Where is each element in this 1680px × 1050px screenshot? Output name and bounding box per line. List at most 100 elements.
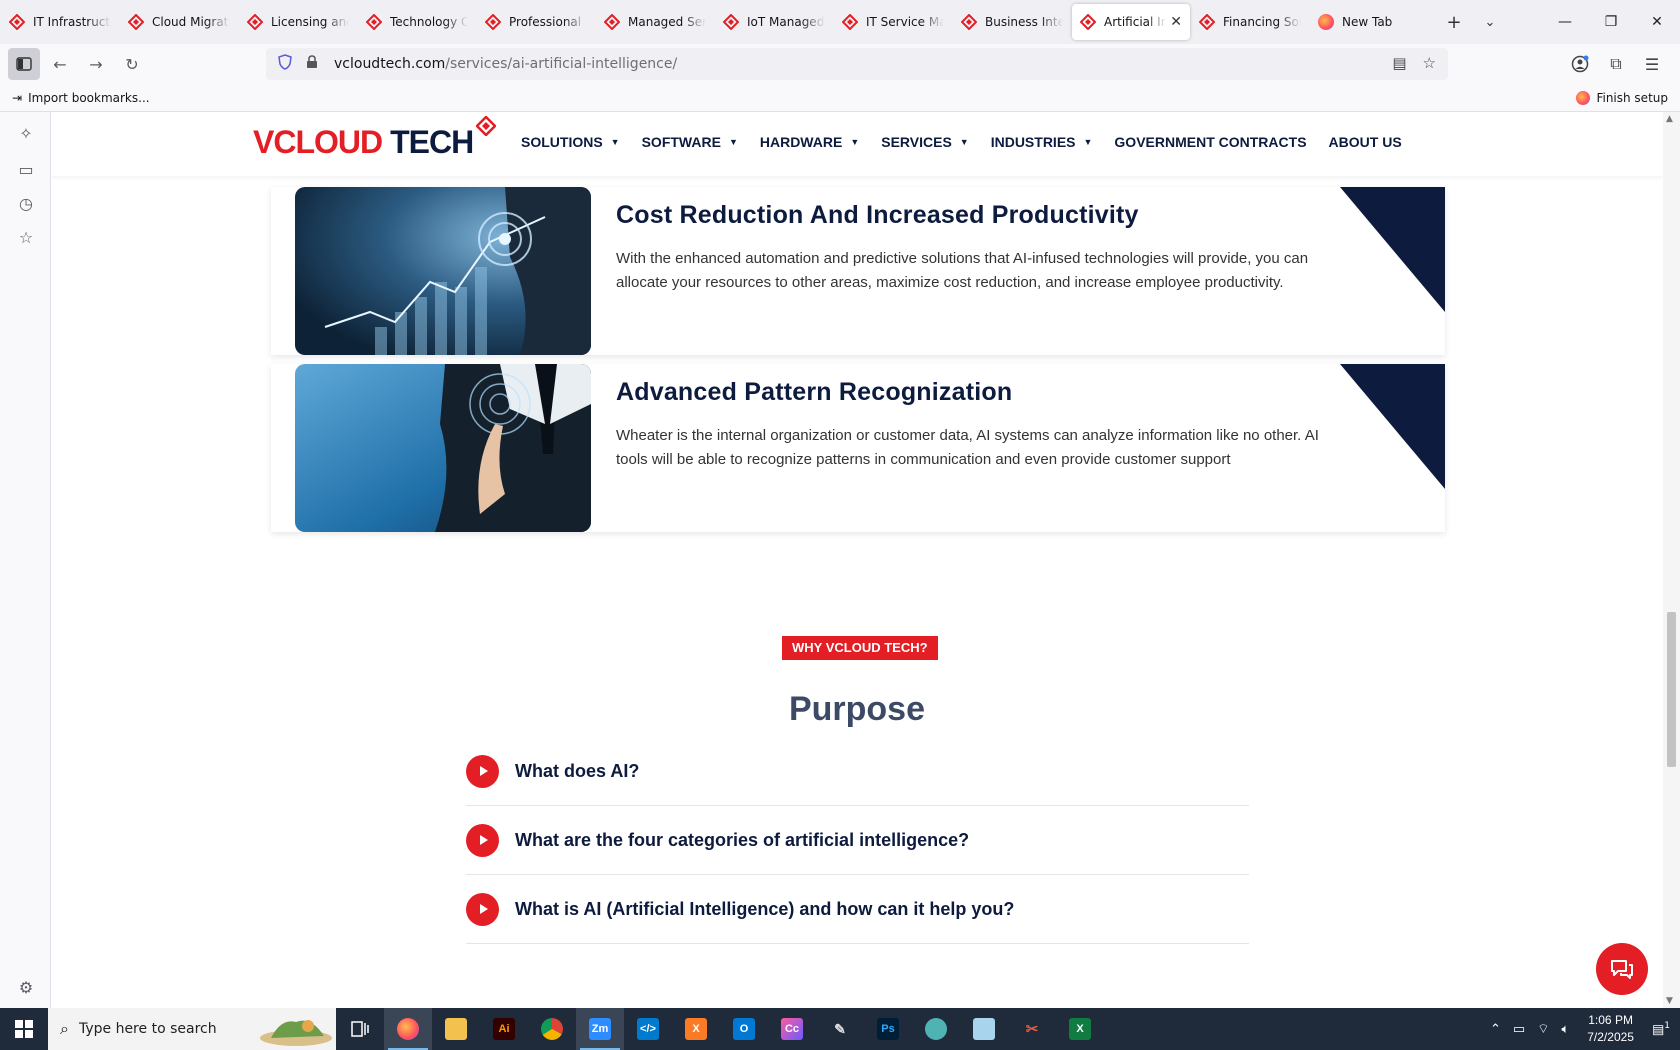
sidebar-toggle-icon[interactable] [8, 48, 40, 80]
nav-item-software[interactable]: SOFTWARE ▼ [642, 134, 738, 150]
nav-label: ABOUT US [1328, 134, 1402, 150]
caret-down-icon: ▼ [610, 137, 620, 147]
tab-label: Cloud Migration [152, 15, 230, 29]
photoshop-icon[interactable]: Ps [864, 1008, 912, 1050]
vcloud-favicon-icon [247, 14, 263, 30]
url-bar[interactable]: vcloudtech.com/services/ai-artificial-in… [266, 48, 1448, 80]
creative-cloud-icon[interactable]: Cc [768, 1008, 816, 1050]
reader-view-icon[interactable]: ▤ [1392, 54, 1406, 72]
task-view-icon[interactable] [336, 1008, 384, 1050]
app-hexagon-icon[interactable] [912, 1008, 960, 1050]
faq-item[interactable]: What are the four categories of artifici… [466, 806, 1249, 875]
page-scrollbar[interactable]: ▲ ▼ [1663, 112, 1680, 1008]
illustrator-icon[interactable]: Ai [480, 1008, 528, 1050]
scroll-up-arrow-icon[interactable]: ▲ [1666, 114, 1673, 124]
import-bookmarks-link[interactable]: ⇥ Import bookmarks... [12, 91, 150, 105]
bookmark-star-icon[interactable]: ☆ [1423, 54, 1436, 72]
faq-question: What are the four categories of artifici… [515, 829, 970, 850]
start-button[interactable] [0, 1008, 48, 1050]
tab-7[interactable]: IT Service Man [834, 4, 952, 40]
notification-count: 1 [1664, 1020, 1670, 1031]
show-hidden-icons-icon[interactable]: ⌃ [1490, 1022, 1501, 1037]
network-icon[interactable]: ▭ [1513, 1022, 1525, 1037]
synced-tabs-icon[interactable]: ▭ [15, 160, 37, 182]
taskbar-search[interactable]: ⌕ Type here to search [48, 1008, 336, 1050]
file-explorer-icon[interactable] [432, 1008, 480, 1050]
expand-play-icon[interactable] [466, 754, 499, 788]
account-icon[interactable] [1562, 48, 1598, 80]
finish-setup-link[interactable]: Finish setup [1576, 90, 1668, 105]
chat-icon [1611, 960, 1633, 979]
vcloud-favicon-icon [723, 14, 739, 30]
forward-icon[interactable]: → [80, 48, 112, 80]
close-window-icon[interactable]: ✕ [1634, 0, 1680, 44]
tab-11[interactable]: New Tab [1310, 4, 1428, 40]
nav-item-solutions[interactable]: SOLUTIONS ▼ [521, 134, 620, 150]
xampp-icon[interactable]: X [672, 1008, 720, 1050]
tab-5[interactable]: Managed Serv [596, 4, 714, 40]
tab-4[interactable]: Professional Se [477, 4, 595, 40]
tab-9[interactable]: Artificial Int ✕ [1072, 4, 1190, 40]
ai-chatbot-icon[interactable]: ✧ [15, 124, 37, 146]
reload-icon[interactable]: ↻ [116, 48, 148, 80]
notepad-icon[interactable] [960, 1008, 1008, 1050]
tracking-shield-icon[interactable] [278, 54, 296, 74]
tab-8[interactable]: Business Intelli [953, 4, 1071, 40]
lock-icon[interactable] [306, 55, 324, 73]
notification-center-icon[interactable]: ▤1 [1652, 1021, 1670, 1037]
card-corner-decoration [1340, 364, 1445, 489]
pen-tool-icon[interactable]: ✎ [816, 1008, 864, 1050]
card-text: Wheater is the internal organization or … [616, 427, 1319, 468]
tab-1[interactable]: Cloud Migration [120, 4, 238, 40]
wifi-icon[interactable]: ⌔ [1537, 1021, 1549, 1037]
site-logo[interactable]: VCLOUD TECH [253, 122, 474, 162]
nav-label: SERVICES [881, 134, 952, 150]
outlook-icon[interactable]: O [720, 1008, 768, 1050]
snipping-tool-icon[interactable]: ✂ [1008, 1008, 1056, 1050]
nav-item-hardware[interactable]: HARDWARE ▼ [760, 134, 859, 150]
nav-item-about-us[interactable]: ABOUT US [1329, 134, 1402, 150]
excel-icon[interactable]: X [1056, 1008, 1104, 1050]
scrollbar-thumb[interactable] [1667, 612, 1676, 767]
extensions-icon[interactable]: ⧉ [1598, 48, 1634, 80]
vscode-icon[interactable]: </> [624, 1008, 672, 1050]
chat-widget-button[interactable] [1596, 943, 1648, 995]
firefox-taskbar-icon[interactable] [384, 1008, 432, 1050]
tab-6[interactable]: IoT Managed S [715, 4, 833, 40]
history-icon[interactable]: ◷ [15, 194, 37, 216]
caret-down-icon: ▼ [1083, 137, 1093, 147]
tab-2[interactable]: Licensing and [239, 4, 357, 40]
nav-item-services[interactable]: SERVICES ▼ [881, 134, 968, 150]
tab-3[interactable]: Technology Co [358, 4, 476, 40]
list-all-tabs-icon[interactable]: ⌄ [1472, 15, 1508, 30]
faq-item[interactable]: What does AI? [466, 737, 1249, 806]
scroll-down-arrow-icon[interactable]: ▼ [1666, 996, 1673, 1006]
clock[interactable]: 1:06 PM 7/2/2025 [1587, 1012, 1634, 1046]
section-title: Purpose [788, 690, 926, 728]
browser-tab-bar: IT Infrastructure Cloud Migration Licensin… [0, 0, 1680, 44]
vcloud-favicon-icon [9, 14, 25, 30]
new-tab-icon[interactable]: + [1436, 12, 1472, 33]
close-tab-icon[interactable]: ✕ [1170, 14, 1182, 30]
expand-play-icon[interactable] [466, 823, 499, 857]
card-title: Advanced Pattern Recognization [616, 378, 1013, 406]
chrome-icon[interactable] [528, 1008, 576, 1050]
nav-item-government-contracts[interactable]: GOVERNMENT CONTRACTS [1114, 134, 1306, 150]
expand-play-icon[interactable] [466, 892, 499, 926]
search-icon: ⌕ [60, 1019, 69, 1038]
zoom-icon[interactable]: Zm [576, 1008, 624, 1050]
finish-setup-label: Finish setup [1596, 90, 1668, 105]
faq-item[interactable]: What is AI (Artificial Intelligence) and… [466, 875, 1249, 944]
menu-icon[interactable]: ☰ [1634, 48, 1670, 80]
tab-0[interactable]: IT Infrastructure [1, 4, 119, 40]
tab-label: Artificial Int [1104, 15, 1167, 29]
restore-icon[interactable]: ❐ [1588, 0, 1634, 44]
nav-item-industries[interactable]: INDUSTRIES ▼ [991, 134, 1093, 150]
vcloud-favicon-icon [485, 14, 501, 30]
back-icon[interactable]: ← [44, 48, 76, 80]
minimize-icon[interactable]: — [1542, 0, 1588, 44]
volume-icon[interactable]: 🔈︎ [1561, 1022, 1569, 1037]
customize-sidebar-gear-icon[interactable]: ⚙ [15, 978, 37, 1000]
bookmarks-icon[interactable]: ☆ [15, 228, 37, 250]
tab-10[interactable]: Financing Solu [1191, 4, 1309, 40]
